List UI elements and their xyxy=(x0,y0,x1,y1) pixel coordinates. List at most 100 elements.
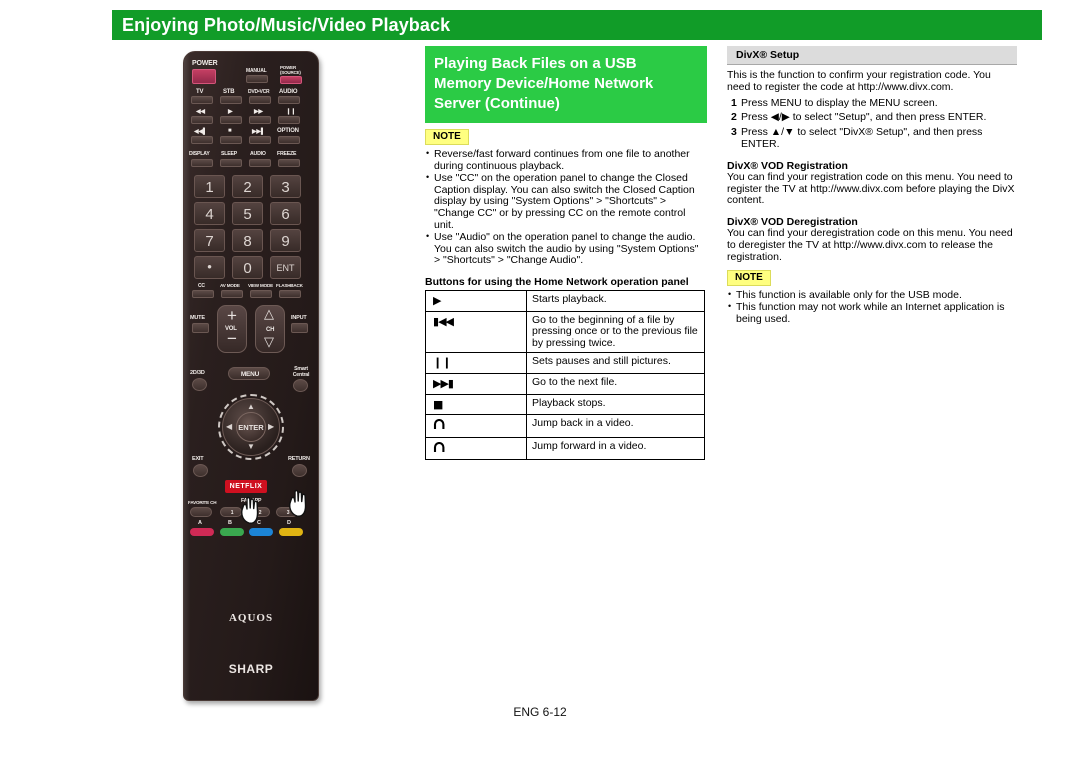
hand-pointer-icon-dpad xyxy=(241,496,259,524)
table-heading: Buttons for using the Home Network opera… xyxy=(425,275,689,288)
remote-button-manual xyxy=(246,75,268,83)
remote-label-color-d: D xyxy=(287,520,291,526)
remote-label-favorite-ch: FAVORITE CH xyxy=(188,500,217,505)
remote-button-audio-top xyxy=(278,96,300,104)
table-cell-desc: Jump forward in a video. xyxy=(526,436,705,461)
remote-button-color-b xyxy=(220,528,244,536)
remote-button-exit xyxy=(193,464,208,477)
volume-up-icon: + xyxy=(227,306,237,325)
pause-glyph: ❙❙ xyxy=(433,356,452,370)
remote-label-view-mode: VIEW MODE xyxy=(248,283,273,288)
remote-control-illustration: POWER MANUAL POWER (SOURCE) TV STB DVD•V… xyxy=(178,46,328,706)
remote-button-cc xyxy=(192,290,214,298)
stop-icon: ■ xyxy=(425,393,527,416)
dpad-down-icon: ▼ xyxy=(247,442,255,451)
dpad-right-icon: ▶ xyxy=(268,422,275,431)
remote-button-num-2: 2 xyxy=(232,175,263,198)
dpad-up-icon: ▲ xyxy=(247,402,255,411)
remote-brand-aquos: AQUOS xyxy=(228,612,274,624)
remote-button-num-8: 8 xyxy=(232,229,263,252)
step-item: 1 Press MENU to display the MENU screen. xyxy=(727,96,1017,110)
operation-panel-button-table: ▶ Starts playback. ▮◀◀ Go to the beginni… xyxy=(425,289,705,461)
table-row: ▶▶▮ Go to the next file. xyxy=(425,372,705,395)
remote-label-option: OPTION xyxy=(277,128,299,134)
remote-label-2d-3d: 2D/3D xyxy=(190,370,205,376)
remote-button-stb xyxy=(220,96,242,104)
step-item: 2 Press ◀/▶ to select "Setup", and then … xyxy=(727,111,1017,124)
remote-button-return xyxy=(292,464,307,477)
divx-setup-steps: 1 Press MENU to display the MENU screen.… xyxy=(727,96,1017,151)
remote-button-color-c xyxy=(249,528,273,536)
right-column: DivX® Setup This is the function to conf… xyxy=(727,46,1017,326)
remote-button-num-4: 4 xyxy=(194,202,225,225)
page-title: Enjoying Photo/Music/Video Playback xyxy=(122,14,451,35)
remote-label-dvd-vcr: DVD•VCR xyxy=(248,89,270,95)
remote-button-num-0: 0 xyxy=(232,256,263,279)
note-list-right: This function is available only for the … xyxy=(727,289,1017,326)
table-cell-desc: Sets pauses and still pictures. xyxy=(526,352,705,374)
remote-label-menu: MENU xyxy=(240,371,260,378)
remote-label-flashback: FLASHBACK xyxy=(276,283,303,288)
play-glyph: ▶ xyxy=(433,293,442,307)
remote-label-ch: CH xyxy=(266,327,275,333)
remote-label-play: ▶ xyxy=(228,109,233,115)
remote-button-netflix: NETFLIX xyxy=(225,480,267,493)
remote-label-previous: ◀◀▌ xyxy=(194,129,207,135)
table-cell-desc: Go to the beginning of a file by pressin… xyxy=(526,310,705,354)
note-badge-middle: NOTE xyxy=(425,129,469,145)
remote-button-input xyxy=(291,323,308,333)
table-cell-desc: Jump back in a video. xyxy=(526,414,705,438)
remote-label-exit: EXIT xyxy=(192,456,204,462)
vod-deregistration-body: You can find your deregistration code on… xyxy=(727,227,1013,263)
remote-button-pause xyxy=(278,116,300,124)
note-item: Use "CC" on the operation panel to chang… xyxy=(425,172,707,231)
remote-button-2d-3d xyxy=(192,378,207,391)
step-text: Press ◀/▶ to select "Setup", and then pr… xyxy=(741,111,987,124)
remote-label-smart-central: Smart Central xyxy=(292,366,310,378)
step-number: 1 xyxy=(731,96,737,109)
note-badge-right: NOTE xyxy=(727,269,771,286)
remote-button-play xyxy=(220,116,242,124)
section-subheading: Playing Back Files on a USB Memory Devic… xyxy=(425,46,707,123)
remote-button-sleep xyxy=(220,159,242,167)
table-row: ❙❙ Sets pauses and still pictures. xyxy=(425,352,705,374)
volume-down-icon: − xyxy=(227,329,237,348)
remote-label-rewind: ◀◀ xyxy=(196,109,205,115)
remote-label-freeze: FREEZE xyxy=(277,151,297,157)
remote-button-display xyxy=(191,159,213,167)
remote-button-previous xyxy=(191,136,213,144)
jump-forward-arc-icon xyxy=(433,441,445,452)
remote-button-audio xyxy=(249,159,271,167)
remote-button-smart-central xyxy=(293,379,308,392)
note-item: This function is available only for the … xyxy=(727,289,1017,302)
divx-setup-panel-title: DivX® Setup xyxy=(727,46,1017,65)
remote-button-power-source xyxy=(280,76,302,84)
remote-label-pause: ❙❙ xyxy=(286,109,296,115)
remote-channel-rocker: △ CH ▽ xyxy=(255,305,285,353)
page-footer: ENG 6-12 xyxy=(0,705,1080,719)
remote-button-num-5: 5 xyxy=(232,202,263,225)
channel-up-icon: △ xyxy=(264,306,274,321)
remote-body: POWER MANUAL POWER (SOURCE) TV STB DVD•V… xyxy=(183,51,319,701)
remote-label-color-a: A xyxy=(198,520,202,526)
previous-icon: ▮◀◀ xyxy=(425,310,527,354)
remote-button-num-3: 3 xyxy=(270,175,301,198)
remote-button-rewind xyxy=(191,116,213,124)
table-row: ⌢ Jump forward in a video. xyxy=(425,436,705,461)
step-item: 3 Press ▲/▼ to select "DivX® Setup", and… xyxy=(727,126,1017,151)
remote-label-return: RETURN xyxy=(288,456,310,462)
remote-button-ent: ENT xyxy=(270,256,301,279)
remote-label-av-mode: AV MODE xyxy=(220,283,240,288)
remote-brand-sharp: SHARP xyxy=(228,662,274,676)
remote-label-color-b: B xyxy=(228,520,232,526)
note-item: This function may not work while an Inte… xyxy=(727,301,1017,325)
remote-button-num-7: 7 xyxy=(194,229,225,252)
table-row: ▮◀◀ Go to the beginning of a file by pre… xyxy=(425,310,705,354)
table-row: ▶ Starts playback. xyxy=(425,289,705,312)
table-row: ⌢ Jump back in a video. xyxy=(425,414,705,438)
middle-column: Playing Back Files on a USB Memory Devic… xyxy=(425,46,707,461)
dpad-left-icon: ◀ xyxy=(226,422,233,431)
table-cell-desc: Go to the next file. xyxy=(526,372,705,395)
vod-registration-title: DivX® VOD Registration xyxy=(727,159,848,172)
remote-button-color-d xyxy=(279,528,303,536)
